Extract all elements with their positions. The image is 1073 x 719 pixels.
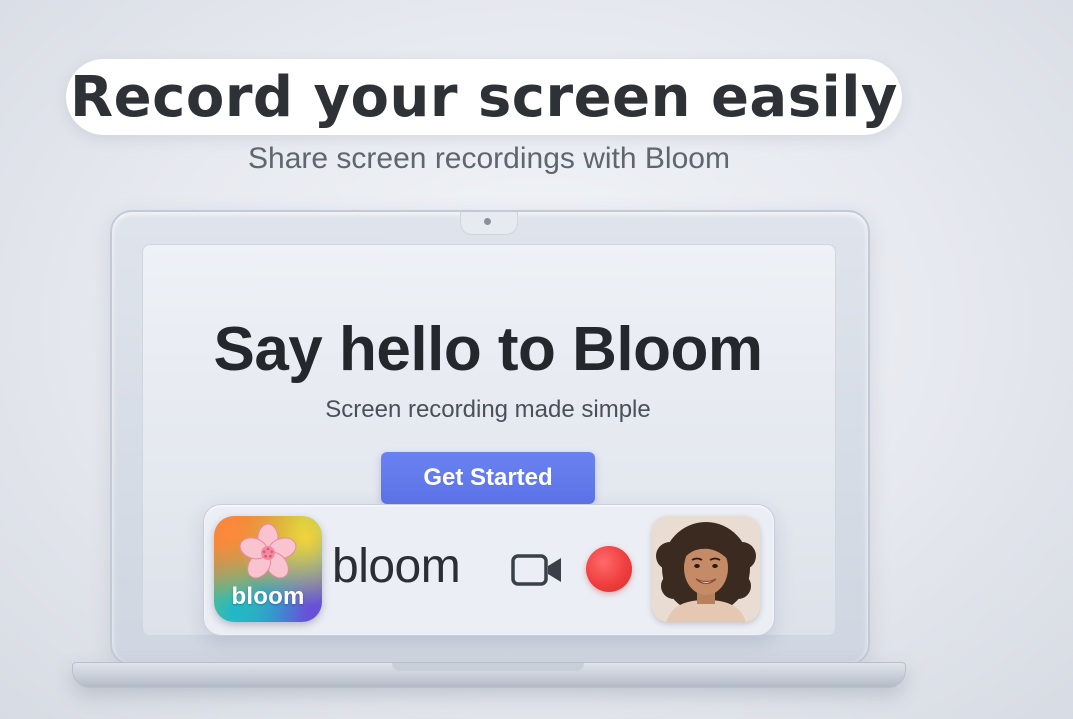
headline-banner: Record your screen easily (66, 59, 902, 135)
cherry-blossom-icon (239, 523, 297, 579)
record-button[interactable] (586, 546, 632, 592)
laptop-base-notch (392, 663, 584, 671)
headline: Record your screen easily (70, 64, 898, 130)
subheadline: Share screen recordings with Bloom (248, 142, 730, 175)
app-icon-label: bloom (231, 583, 305, 610)
brand-wordmark: bloom (332, 540, 461, 593)
get-started-button[interactable]: Get Started (381, 452, 595, 504)
avatar (652, 516, 760, 622)
webcam-icon (484, 218, 491, 225)
video-camera-icon[interactable] (510, 549, 564, 591)
screen-subtitle: Screen recording made simple (325, 396, 651, 423)
avatar-portrait (652, 516, 760, 622)
screen-title: Say hello to Bloom (213, 315, 763, 384)
